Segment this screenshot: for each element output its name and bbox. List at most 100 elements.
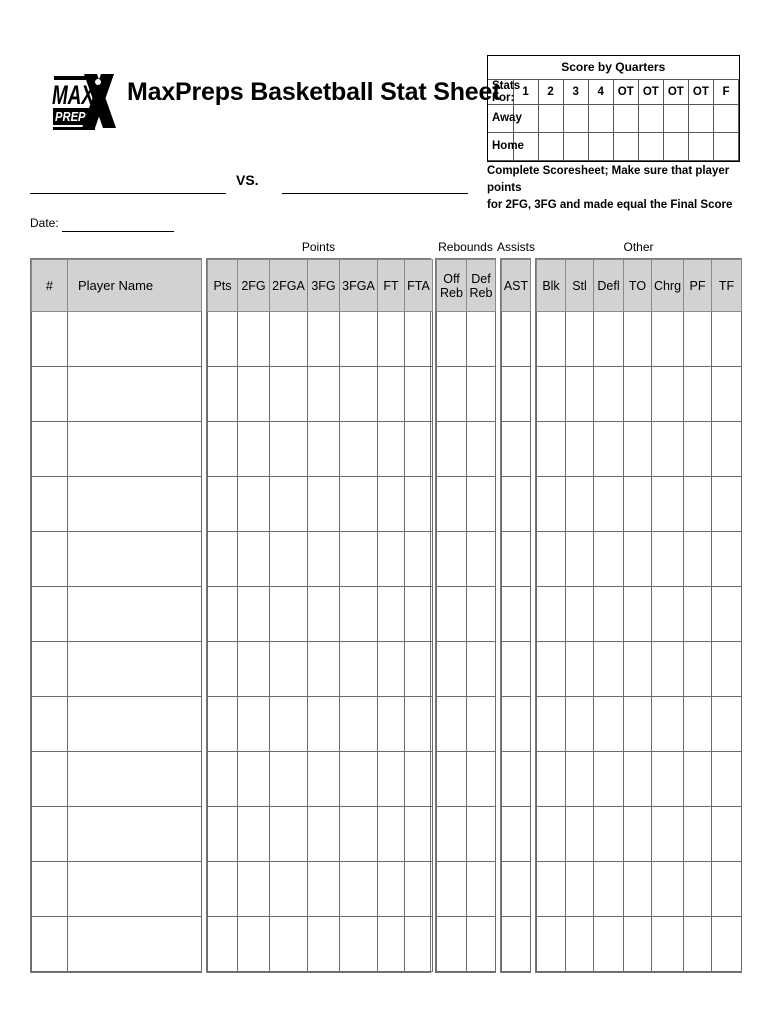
cell-defl-row-4[interactable] xyxy=(593,476,624,532)
cell-pf-row-7[interactable] xyxy=(683,641,712,697)
cell-pf-row-9[interactable] xyxy=(683,751,712,807)
cell-to-row-7[interactable] xyxy=(623,641,652,697)
cell-number-row-12[interactable] xyxy=(31,916,68,972)
cell-defl-row-3[interactable] xyxy=(593,421,624,477)
score-cell-away-2[interactable] xyxy=(537,103,564,133)
cell-chrg-row-11[interactable] xyxy=(651,861,684,917)
cell-fg2a-row-4[interactable] xyxy=(269,476,308,532)
cell-tf-row-12[interactable] xyxy=(711,916,742,972)
cell-fg2a-row-9[interactable] xyxy=(269,751,308,807)
cell-pts-row-9[interactable] xyxy=(207,751,238,807)
cell-to-row-12[interactable] xyxy=(623,916,652,972)
cell-defl-row-1[interactable] xyxy=(593,311,624,367)
cell-fg3a-row-9[interactable] xyxy=(339,751,378,807)
cell-blk-row-1[interactable] xyxy=(536,311,566,367)
cell-ft-row-7[interactable] xyxy=(377,641,405,697)
cell-fg3a-row-6[interactable] xyxy=(339,586,378,642)
cell-to-row-10[interactable] xyxy=(623,806,652,862)
cell-pts-row-11[interactable] xyxy=(207,861,238,917)
cell-player-row-3[interactable] xyxy=(67,421,202,477)
cell-fg2a-row-10[interactable] xyxy=(269,806,308,862)
cell-fg2-row-1[interactable] xyxy=(237,311,270,367)
cell-stl-row-4[interactable] xyxy=(565,476,594,532)
cell-fg3a-row-7[interactable] xyxy=(339,641,378,697)
cell-tf-row-9[interactable] xyxy=(711,751,742,807)
cell-oreb-row-12[interactable] xyxy=(436,916,467,972)
score-cell-away-7[interactable] xyxy=(662,103,689,133)
away-team-blank[interactable] xyxy=(30,178,226,194)
cell-fg2a-row-11[interactable] xyxy=(269,861,308,917)
cell-pts-row-5[interactable] xyxy=(207,531,238,587)
cell-oreb-row-6[interactable] xyxy=(436,586,467,642)
cell-number-row-6[interactable] xyxy=(31,586,68,642)
cell-to-row-2[interactable] xyxy=(623,366,652,422)
cell-ast-row-6[interactable] xyxy=(501,586,531,642)
cell-pts-row-10[interactable] xyxy=(207,806,238,862)
cell-ast-row-1[interactable] xyxy=(501,311,531,367)
cell-stl-row-11[interactable] xyxy=(565,861,594,917)
cell-pf-row-5[interactable] xyxy=(683,531,712,587)
cell-pf-row-2[interactable] xyxy=(683,366,712,422)
cell-defl-row-9[interactable] xyxy=(593,751,624,807)
cell-blk-row-12[interactable] xyxy=(536,916,566,972)
cell-fg3a-row-5[interactable] xyxy=(339,531,378,587)
cell-pts-row-7[interactable] xyxy=(207,641,238,697)
cell-fg2a-row-3[interactable] xyxy=(269,421,308,477)
cell-chrg-row-12[interactable] xyxy=(651,916,684,972)
cell-blk-row-11[interactable] xyxy=(536,861,566,917)
cell-oreb-row-5[interactable] xyxy=(436,531,467,587)
cell-number-row-8[interactable] xyxy=(31,696,68,752)
cell-tf-row-4[interactable] xyxy=(711,476,742,532)
cell-number-row-5[interactable] xyxy=(31,531,68,587)
cell-oreb-row-10[interactable] xyxy=(436,806,467,862)
cell-chrg-row-3[interactable] xyxy=(651,421,684,477)
cell-fta-row-11[interactable] xyxy=(404,861,433,917)
cell-stl-row-2[interactable] xyxy=(565,366,594,422)
cell-fg3-row-6[interactable] xyxy=(307,586,340,642)
cell-fg2-row-10[interactable] xyxy=(237,806,270,862)
cell-to-row-4[interactable] xyxy=(623,476,652,532)
cell-defl-row-10[interactable] xyxy=(593,806,624,862)
cell-fg2-row-9[interactable] xyxy=(237,751,270,807)
cell-blk-row-4[interactable] xyxy=(536,476,566,532)
cell-defl-row-6[interactable] xyxy=(593,586,624,642)
cell-ft-row-5[interactable] xyxy=(377,531,405,587)
cell-stl-row-9[interactable] xyxy=(565,751,594,807)
cell-ast-row-3[interactable] xyxy=(501,421,531,477)
cell-blk-row-10[interactable] xyxy=(536,806,566,862)
cell-ast-row-9[interactable] xyxy=(501,751,531,807)
cell-oreb-row-1[interactable] xyxy=(436,311,467,367)
cell-ast-row-11[interactable] xyxy=(501,861,531,917)
cell-pf-row-8[interactable] xyxy=(683,696,712,752)
cell-ast-row-8[interactable] xyxy=(501,696,531,752)
cell-chrg-row-2[interactable] xyxy=(651,366,684,422)
cell-blk-row-6[interactable] xyxy=(536,586,566,642)
cell-ast-row-12[interactable] xyxy=(501,916,531,972)
cell-player-row-4[interactable] xyxy=(67,476,202,532)
cell-number-row-10[interactable] xyxy=(31,806,68,862)
cell-fta-row-6[interactable] xyxy=(404,586,433,642)
cell-oreb-row-11[interactable] xyxy=(436,861,467,917)
cell-fg3-row-7[interactable] xyxy=(307,641,340,697)
cell-player-row-11[interactable] xyxy=(67,861,202,917)
cell-defl-row-2[interactable] xyxy=(593,366,624,422)
cell-defl-row-12[interactable] xyxy=(593,916,624,972)
cell-to-row-6[interactable] xyxy=(623,586,652,642)
cell-tf-row-1[interactable] xyxy=(711,311,742,367)
home-team-blank[interactable] xyxy=(282,178,468,194)
cell-fta-row-9[interactable] xyxy=(404,751,433,807)
cell-fg3a-row-11[interactable] xyxy=(339,861,378,917)
cell-fg3-row-1[interactable] xyxy=(307,311,340,367)
cell-fg2-row-12[interactable] xyxy=(237,916,270,972)
cell-oreb-row-8[interactable] xyxy=(436,696,467,752)
cell-number-row-9[interactable] xyxy=(31,751,68,807)
cell-dreb-row-3[interactable] xyxy=(466,421,496,477)
cell-fg2a-row-8[interactable] xyxy=(269,696,308,752)
cell-dreb-row-6[interactable] xyxy=(466,586,496,642)
cell-ft-row-4[interactable] xyxy=(377,476,405,532)
cell-to-row-11[interactable] xyxy=(623,861,652,917)
cell-oreb-row-7[interactable] xyxy=(436,641,467,697)
cell-fg2a-row-5[interactable] xyxy=(269,531,308,587)
cell-fg3-row-4[interactable] xyxy=(307,476,340,532)
score-cell-home-9[interactable] xyxy=(712,131,740,161)
